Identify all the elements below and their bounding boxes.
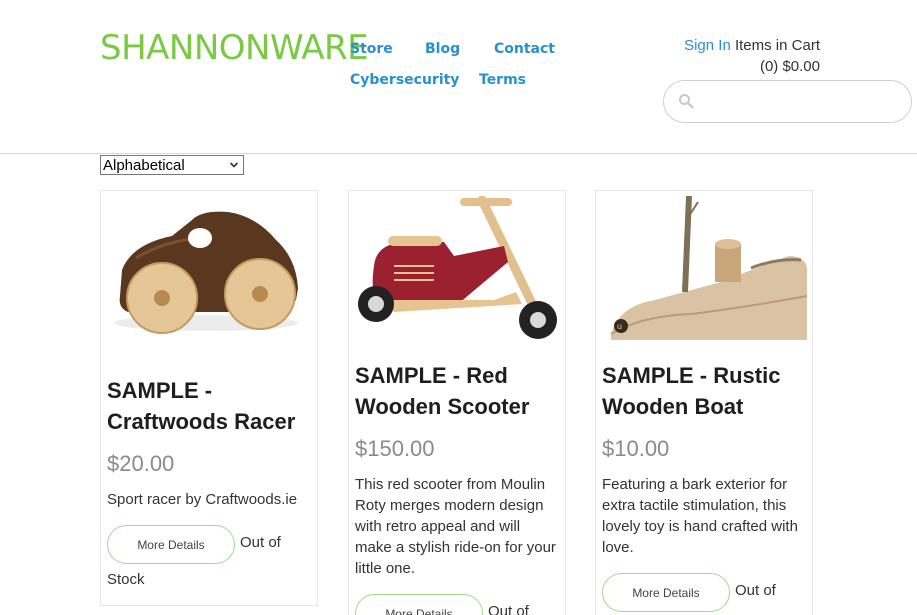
more-details-button[interactable]: More Details — [355, 594, 483, 615]
product-description: This red scooter from Moulin Roty merges… — [355, 476, 556, 577]
nav-terms-link[interactable]: Terms — [479, 72, 526, 88]
stock-status-continued: Stock — [107, 571, 145, 588]
nav-store-link[interactable]: Store — [350, 41, 393, 57]
product-description: Featuring a bark exterior for extra tact… — [602, 476, 798, 556]
svg-text:u: u — [617, 322, 622, 331]
account-cart-summary: Sign In Items in Cart (0) $0.00 — [684, 35, 820, 77]
product-card: SAMPLE - Craftwoods Racer $20.00 Sport r… — [100, 190, 318, 606]
sort-selected-value: Alphabetical — [103, 156, 185, 174]
nav-blog-link[interactable]: Blog — [425, 41, 460, 57]
product-title[interactable]: SAMPLE - Red Wooden Scooter — [355, 360, 560, 422]
chevron-down-icon — [229, 162, 239, 168]
product-image-boat[interactable]: u — [601, 196, 807, 340]
stock-status: Out of — [735, 582, 776, 599]
search-box[interactable] — [663, 80, 912, 123]
product-image-racer[interactable] — [106, 196, 312, 340]
nav-cybersecurity-link[interactable]: Cybersecurity — [350, 72, 459, 88]
stock-status: Out of — [488, 603, 529, 615]
sort-select[interactable]: Alphabetical — [100, 155, 244, 175]
nav-contact-link[interactable]: Contact — [494, 41, 555, 57]
product-price: $20.00 — [107, 451, 175, 476]
product-title[interactable]: SAMPLE - Craftwoods Racer — [107, 375, 312, 437]
product-price: $150.00 — [355, 436, 435, 461]
search-icon — [679, 94, 694, 109]
site-header: SHANNONWARE Store Blog Contact Cybersecu… — [0, 0, 917, 154]
stock-status: Out of — [240, 534, 281, 551]
more-details-button[interactable]: More Details — [602, 573, 730, 612]
product-card: SAMPLE - Red Wooden Scooter $150.00 This… — [348, 190, 566, 615]
product-image-scooter[interactable] — [354, 196, 560, 340]
cart-total[interactable]: (0) $0.00 — [760, 58, 820, 75]
site-logo[interactable]: SHANNONWARE — [100, 28, 369, 68]
product-price: $10.00 — [602, 436, 670, 461]
search-input[interactable] — [704, 89, 900, 115]
product-card: u SAMPLE - Rustic Wooden Boat $10.00 Fea… — [595, 190, 813, 615]
items-in-cart-label: Items in Cart — [734, 37, 820, 54]
more-details-button[interactable]: More Details — [107, 525, 235, 564]
sign-in-link[interactable]: Sign In — [684, 37, 731, 54]
product-description: Sport racer by Craftwoods.ie — [107, 491, 298, 508]
product-title[interactable]: SAMPLE - Rustic Wooden Boat — [602, 360, 807, 422]
